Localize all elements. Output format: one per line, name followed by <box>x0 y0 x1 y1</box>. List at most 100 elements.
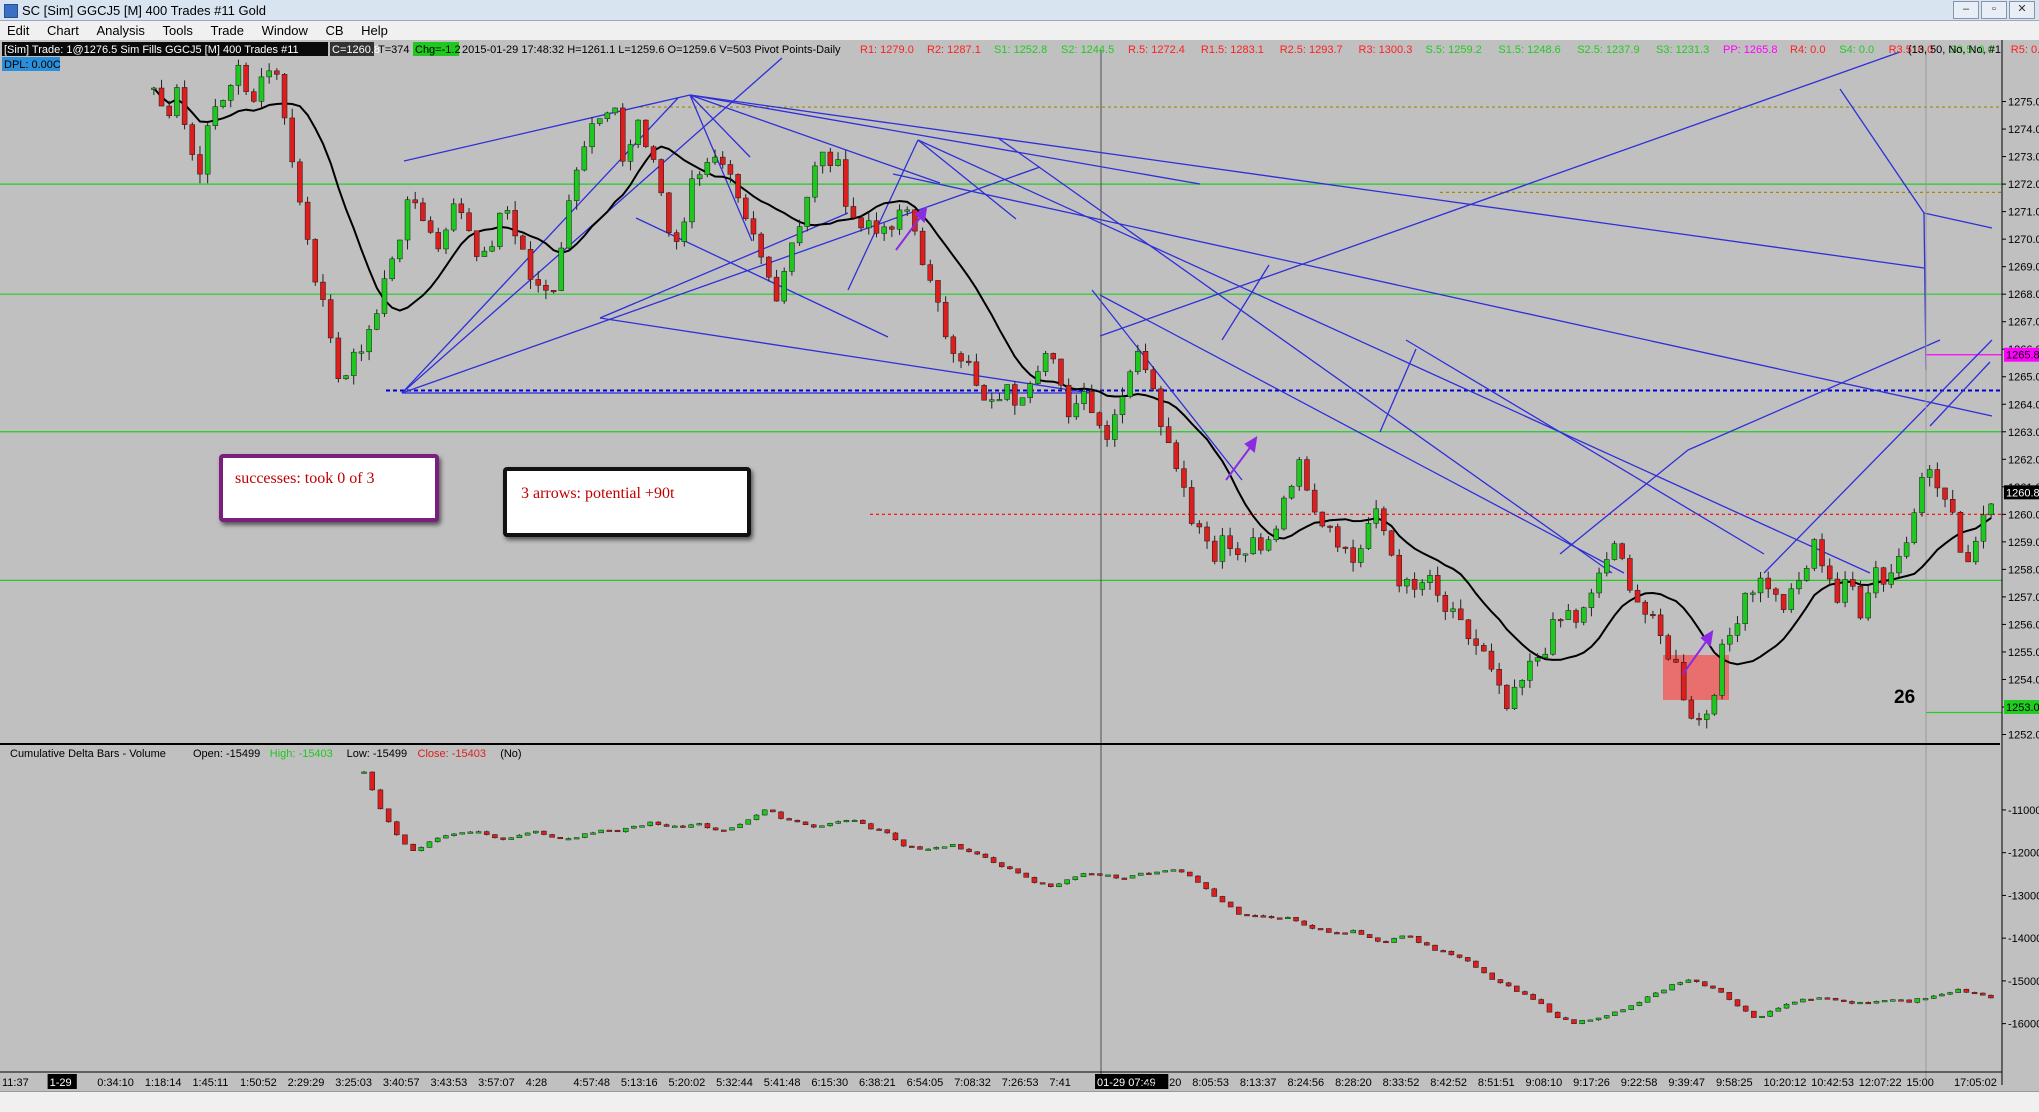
price-candle <box>1365 523 1372 549</box>
x-tick-label: 3:40:57 <box>383 1077 420 1089</box>
price-candle <box>1803 568 1810 581</box>
delta-candle <box>451 833 457 836</box>
x-tick-label: 4:28 <box>526 1077 547 1089</box>
delta-candle <box>1203 882 1209 890</box>
delta-candle <box>1726 992 1733 1000</box>
x-tick-label: 6:38:21 <box>859 1077 896 1089</box>
price-candle <box>366 329 372 353</box>
price-candle <box>1181 468 1187 488</box>
x-tick-label: 5:20:02 <box>669 1077 706 1089</box>
price-candle <box>1634 589 1641 603</box>
menu-cb[interactable]: CB <box>318 21 350 40</box>
price-candle <box>658 159 664 194</box>
delta-candle <box>1791 1001 1798 1005</box>
delta-candle <box>516 834 523 838</box>
delta-candle <box>770 809 776 813</box>
price-candle <box>1880 567 1887 585</box>
delta-candle <box>868 823 874 830</box>
maximize-button[interactable]: ▫ <box>1981 1 2007 19</box>
price-candle <box>1027 383 1033 398</box>
delta-candle <box>1211 888 1218 897</box>
price-candle <box>1488 650 1495 670</box>
menu-edit[interactable]: Edit <box>0 21 36 40</box>
price-candle <box>773 276 780 302</box>
price-candle <box>1196 523 1203 528</box>
y-tick-label: 1272.0 <box>2008 179 2039 191</box>
delta-candle <box>1873 1001 1880 1004</box>
delta-candle <box>1718 987 1724 993</box>
price-candle <box>227 85 234 101</box>
delta-candle <box>1105 874 1111 877</box>
price-candle <box>1888 572 1894 585</box>
y-tick-label: 1273.0 <box>2008 152 2039 164</box>
delta-candle <box>1276 917 1283 920</box>
bar-count-label: 26 <box>1894 687 1916 708</box>
delta-candle <box>1522 991 1528 995</box>
x-tick-label: 5:32:44 <box>716 1077 753 1089</box>
price-candle <box>1519 680 1525 688</box>
delta-candle <box>876 828 882 831</box>
price-candle <box>1650 614 1656 617</box>
delta-candle <box>1080 873 1087 878</box>
delta-candle <box>990 857 997 863</box>
price-candle <box>458 203 465 214</box>
delta-candle <box>1881 1000 1888 1003</box>
price-candle <box>1604 559 1610 574</box>
price-candle <box>1235 548 1241 555</box>
delta-candle <box>1309 924 1316 929</box>
delta-candle <box>1579 1020 1585 1024</box>
delta-candle <box>712 827 719 831</box>
menu-analysis[interactable]: Analysis <box>89 21 151 40</box>
price-candle <box>1573 610 1579 623</box>
close-button[interactable]: ✕ <box>2009 1 2035 19</box>
delta-candle <box>1563 1017 1569 1020</box>
price-candle <box>1857 586 1864 619</box>
price-candle <box>1988 503 1994 516</box>
price-candle <box>266 70 272 78</box>
menu-bar: Edit Chart Analysis Tools Trade Window C… <box>0 21 2039 41</box>
pivot-label: R2.5: 1293.7 <box>1280 44 1343 56</box>
delta-candle <box>860 819 866 824</box>
price-candle <box>1619 543 1625 559</box>
delta-candle <box>909 845 915 848</box>
delta-candle <box>1121 877 1128 880</box>
pivot-label: R3: 1300.3 <box>1359 44 1413 56</box>
delta-candle <box>1031 877 1038 883</box>
menu-window[interactable]: Window <box>255 21 315 40</box>
delta-candle <box>1219 896 1226 903</box>
price-candle <box>1719 643 1725 696</box>
x-tick-label: 15:00 <box>1906 1077 1934 1089</box>
price-candle <box>520 235 526 250</box>
delta-candle <box>1538 999 1545 1005</box>
delta-candle <box>1432 944 1438 951</box>
price-candle <box>958 353 964 362</box>
delta-candle <box>1914 998 1921 1003</box>
delta-candle <box>1325 928 1332 933</box>
menu-tools[interactable]: Tools <box>156 21 200 40</box>
price-candle <box>981 385 987 401</box>
delta-candle <box>810 824 817 828</box>
minimize-button[interactable]: – <box>1953 1 1979 19</box>
delta-candle <box>631 825 637 829</box>
price-candle <box>1065 384 1072 418</box>
delta-candle <box>377 789 384 810</box>
menu-chart[interactable]: Chart <box>40 21 86 40</box>
delta-candle <box>982 853 989 858</box>
pivot-label: R4: 0.0 <box>1790 44 1825 56</box>
price-candle <box>1965 552 1971 563</box>
price-candle <box>1396 554 1402 587</box>
highlight-rect <box>1663 655 1729 700</box>
menu-help[interactable]: Help <box>354 21 395 40</box>
menu-trade[interactable]: Trade <box>203 21 250 40</box>
x-tick-label: 2:29:29 <box>288 1077 325 1089</box>
y-tick-label: 1252.0 <box>2008 729 2039 741</box>
delta-candle <box>1236 906 1242 915</box>
delta-candle <box>1473 960 1479 968</box>
delta-candle <box>1595 1017 1602 1021</box>
delta-candle <box>1571 1019 1577 1024</box>
delta-candle <box>1971 992 1978 995</box>
price-candle <box>681 221 688 242</box>
delta-candle <box>1113 874 1119 879</box>
price-candle <box>819 151 826 167</box>
chart-canvas[interactable]: 1275.0 1274.0 1273.0 1272.0 1271.0 1270.0 1269… <box>0 40 2039 1091</box>
